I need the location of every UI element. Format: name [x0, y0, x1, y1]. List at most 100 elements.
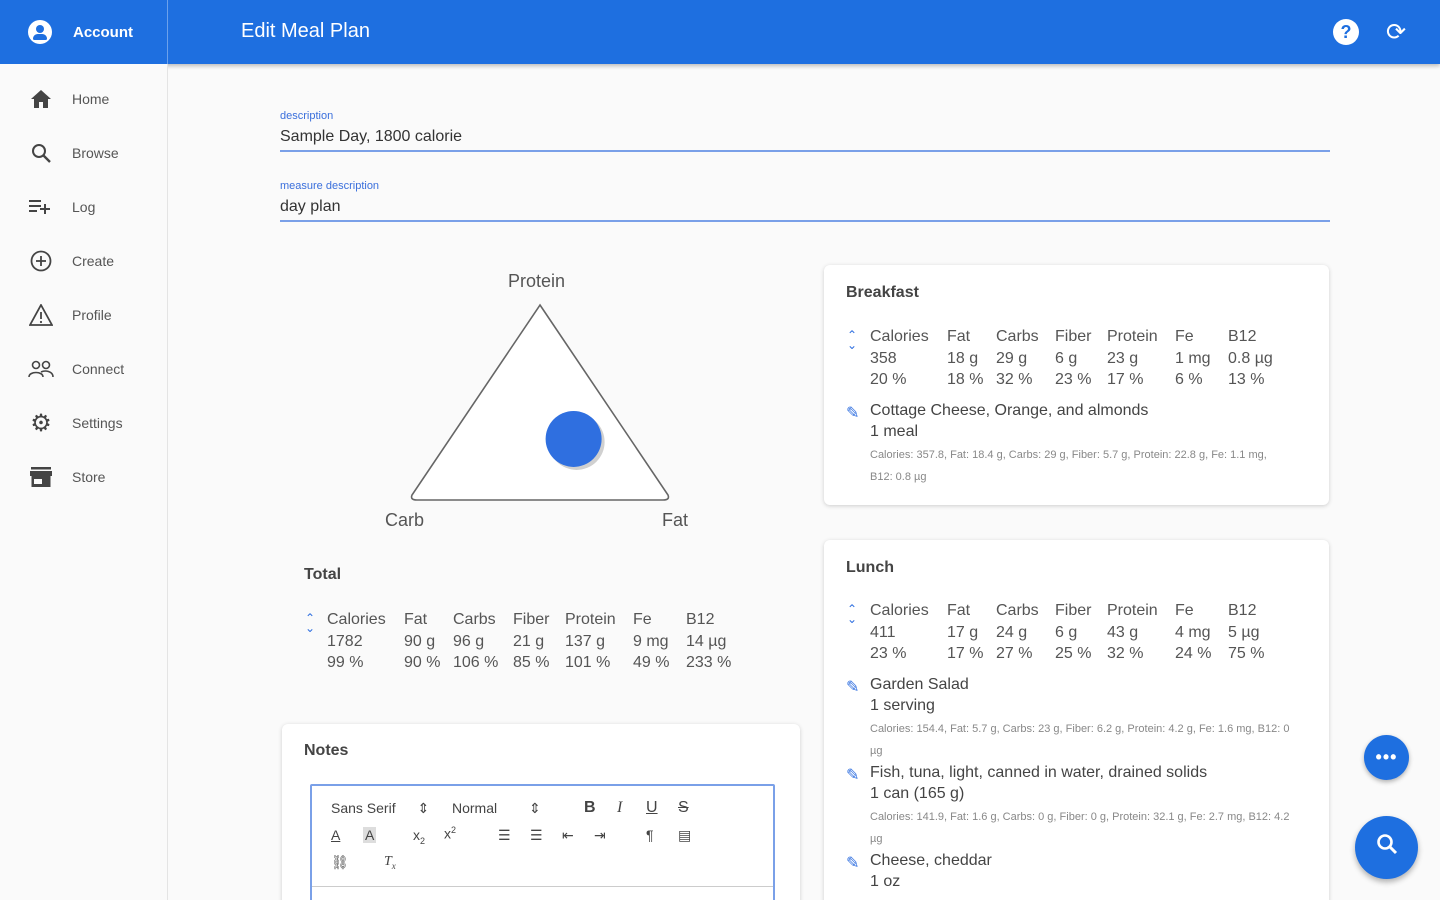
underline-button[interactable]: U [646, 799, 658, 817]
protein-axis-label: Protein [508, 271, 566, 291]
edit-pencil-icon[interactable]: ✎ [846, 765, 859, 785]
sync-icon[interactable]: ⟳ [1383, 19, 1409, 46]
link-icon[interactable]: ⛓ [331, 854, 349, 871]
toolbar-divider [312, 886, 773, 887]
description-input[interactable] [280, 128, 1330, 150]
background-color-icon[interactable]: A [363, 827, 377, 843]
font-family-select[interactable]: Sans Serif ⇕ [331, 800, 429, 817]
superscript-icon[interactable]: x2 [444, 825, 456, 842]
font-size-select[interactable]: Normal ⇕ [452, 800, 541, 817]
meal-card-lunch: Lunch ⌃ ⌄ Calories 411 23 % Fat 17 g 17 % Car… [824, 540, 1329, 900]
account-button[interactable]: Account [0, 0, 168, 64]
sidebar-item-log[interactable]: Log [0, 187, 168, 227]
food-detail: Calories: 141.9, Fat: 1.6 g, Carbs: 0 g,… [870, 811, 1290, 845]
subscript-icon[interactable]: x2 [413, 827, 425, 846]
help-circle-icon[interactable]: ? [1333, 19, 1359, 45]
italic-button[interactable]: I [617, 799, 622, 817]
strikethrough-button[interactable]: S [678, 799, 689, 817]
warning-triangle-icon [28, 302, 54, 328]
more-options-button[interactable]: ••• [1364, 735, 1409, 780]
food-name: Cheese, cheddar [870, 852, 992, 869]
more-horizontal-icon: ••• [1375, 747, 1398, 767]
sidebar: Home Browse Log Create Profile Connect ⚙… [0, 64, 168, 900]
add-circle-icon [28, 248, 54, 274]
sidebar-item-label: Home [72, 91, 110, 107]
meal-nutrient-table: ⌃ ⌄ Calories 411 23 % Fat 17 g 17 % Carbs 24 g… [846, 602, 1265, 662]
food-detail: Calories: 154.4, Fat: 5.7 g, Carbs: 23 g… [870, 723, 1290, 757]
measure-description-label: measure description [280, 180, 380, 192]
sidebar-item-label: Connect [72, 361, 125, 377]
food-name: Garden Salad [870, 676, 969, 693]
ordered-list-icon[interactable]: ☰ [498, 827, 511, 844]
people-icon [28, 356, 54, 382]
notes-title: Notes [304, 742, 349, 759]
indent-increase-icon[interactable]: ⇥ [594, 827, 606, 844]
total-nutrient-table: ⌃ ⌄ Calories 1782 99 % Fat 90 g 90 % Carbs 96 … [304, 611, 732, 671]
total-title: Total [304, 566, 342, 583]
food-quantity: 1 meal [870, 423, 919, 440]
indent-decrease-icon[interactable]: ⇤ [562, 827, 574, 844]
edit-pencil-icon[interactable]: ✎ [846, 853, 859, 873]
store-icon [28, 464, 54, 490]
align-icon[interactable]: ▤ [678, 827, 691, 844]
food-quantity: 1 oz [870, 873, 901, 890]
food-name: Cottage Cheese, Orange, and almonds [870, 402, 1149, 419]
food-detail: Calories: 357.8, Fat: 18.4 g, Carbs: 29 … [870, 449, 1267, 483]
top-app-bar: Account Edit Meal Plan ? ⟳ [0, 0, 1440, 64]
search-icon [28, 140, 54, 166]
sidebar-item-create[interactable]: Create [0, 241, 168, 281]
expand-toggle-icon[interactable]: ⌃ ⌄ [846, 329, 858, 351]
sidebar-item-home[interactable]: Home [0, 79, 168, 119]
measure-description-input[interactable] [280, 198, 1330, 220]
account-label: Account [73, 23, 133, 41]
carb-axis-label: Carb [385, 510, 425, 530]
sidebar-item-label: Log [72, 199, 96, 215]
gear-icon: ⚙ [30, 409, 52, 437]
measure-description-field: measure description [280, 180, 1330, 222]
food-quantity: 1 serving [870, 697, 935, 714]
fat-axis-label: Fat [662, 510, 689, 530]
search-fab-button[interactable] [1355, 816, 1418, 879]
notes-card: Notes Sans Serif ⇕ Normal ⇕ B I U S A A … [282, 724, 800, 900]
bullet-list-icon[interactable]: ☰ [530, 827, 543, 844]
sidebar-item-label: Store [72, 469, 106, 485]
meal-nutrient-table: ⌃ ⌄ Calories 358 20 % Fat 18 g 18 % Carbs 29 g… [846, 328, 1273, 388]
account-circle-icon [28, 20, 52, 44]
edit-pencil-icon[interactable]: ✎ [846, 403, 859, 423]
text-color-icon[interactable]: A [331, 827, 340, 843]
food-quantity: 1 can (165 g) [870, 785, 965, 802]
food-item: ✎ Fish, tuna, light, canned in water, dr… [846, 764, 1289, 852]
expand-toggle-icon[interactable]: ⌃ ⌄ [846, 603, 858, 625]
notes-editor[interactable]: Sans Serif ⇕ Normal ⇕ B I U S A A x2 x2 … [310, 784, 775, 900]
description-label: description [280, 110, 334, 122]
ternary-triangle [410, 303, 670, 501]
sidebar-item-label: Create [72, 253, 115, 269]
text-direction-icon[interactable]: ¶ [646, 827, 654, 843]
macro-point [545, 410, 602, 467]
sidebar-item-connect[interactable]: Connect [0, 349, 168, 389]
meal-title: Breakfast [846, 284, 919, 301]
sidebar-item-label: Settings [72, 415, 123, 431]
sidebar-item-browse[interactable]: Browse [0, 133, 168, 173]
page-title: Edit Meal Plan [241, 20, 370, 42]
playlist-add-icon [28, 194, 54, 220]
meal-card-breakfast: Breakfast ⌃ ⌄ Calories 358 20 % Fat 18 g 18 %… [824, 265, 1329, 505]
sidebar-item-settings[interactable]: ⚙ Settings [0, 403, 168, 443]
bold-button[interactable]: B [584, 799, 596, 817]
food-name: Fish, tuna, light, canned in water, drai… [870, 764, 1208, 781]
sidebar-item-profile[interactable]: Profile [0, 295, 168, 335]
food-item: ✎ Cheese, cheddar 1 oz [846, 852, 1286, 900]
sidebar-item-store[interactable]: Store [0, 457, 168, 497]
sidebar-item-label: Browse [72, 145, 119, 161]
clear-format-icon[interactable]: Tx [384, 854, 396, 871]
home-icon [28, 86, 54, 112]
edit-pencil-icon[interactable]: ✎ [846, 677, 859, 697]
food-item: ✎ Cottage Cheese, Orange, and almonds 1 … [846, 402, 1286, 492]
expand-toggle-icon[interactable]: ⌃ ⌄ [304, 612, 316, 634]
meal-title: Lunch [846, 559, 894, 576]
sidebar-item-label: Profile [72, 307, 112, 323]
description-field: description [280, 110, 1330, 152]
search-icon [1375, 832, 1399, 863]
food-item: ✎ Garden Salad 1 serving Calories: 154.4… [846, 676, 1289, 764]
macro-ternary-chart [410, 303, 670, 501]
